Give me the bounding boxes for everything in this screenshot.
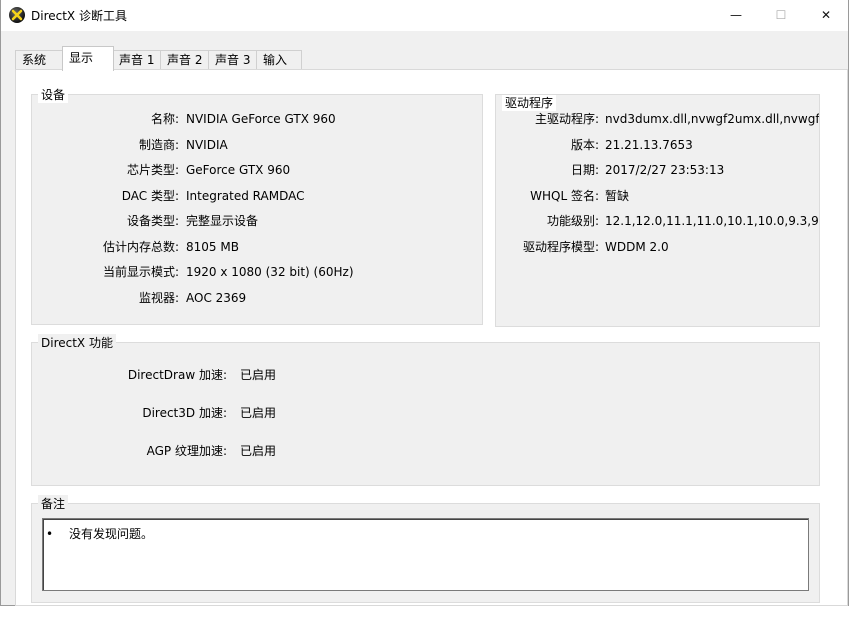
directx-features-group: DirectX 功能 DirectDraw 加速: 已启用 Direct3D 加… [31, 334, 820, 486]
device-row: 名称: NVIDIA GeForce GTX 960 [32, 110, 482, 128]
memory-value: 8105 MB [186, 240, 239, 254]
manufacturer-value: NVIDIA [186, 138, 228, 152]
device-type-value: 完整显示设备 [186, 214, 259, 228]
device-row: 当前显示模式: 1920 x 1080 (32 bit) (60Hz) [32, 263, 482, 281]
whql-value: 暂缺 [605, 189, 630, 203]
device-row: 估计内存总数: 8105 MB [32, 238, 482, 256]
directx-features-title: DirectX 功能 [38, 334, 116, 351]
driver-row: WHQL 签名: 暂缺 [496, 187, 819, 205]
tab-display[interactable]: 显示 [62, 46, 114, 71]
device-row: 制造商: NVIDIA [32, 136, 482, 154]
feature-row: Direct3D 加速: 已启用 [32, 404, 819, 422]
whql-label: WHQL 签名: [530, 189, 599, 203]
dac-type-label: DAC 类型: [121, 189, 179, 203]
device-row: DAC 类型: Integrated RAMDAC [32, 187, 482, 205]
directdraw-value: 已启用 [240, 368, 277, 382]
device-name-value: NVIDIA GeForce GTX 960 [186, 112, 336, 126]
driver-row: 日期: 2017/2/27 23:53:13 [496, 161, 819, 179]
main-driver-value: nvd3dumx.dll,nvwgf2umx.dll,nvwgf2 [605, 112, 820, 126]
direct3d-label: Direct3D 加速: [142, 406, 227, 420]
directx-app-icon [9, 7, 25, 23]
direct3d-value: 已启用 [240, 406, 277, 420]
tab-sound-3[interactable]: 声音 3 [208, 50, 258, 70]
feature-row: AGP 纹理加速: 已启用 [32, 442, 819, 460]
maximize-button[interactable]: ☐ [758, 0, 804, 31]
feature-levels-value: 12.1,12.0,11.1,11.0,10.1,10.0,9.3,9.2,9 [605, 214, 820, 228]
window-title: DirectX 诊断工具 [31, 9, 127, 23]
version-value: 21.21.13.7653 [605, 138, 693, 152]
display-mode-value: 1920 x 1080 (32 bit) (60Hz) [186, 265, 354, 279]
tab-sound-2[interactable]: 声音 2 [160, 50, 210, 70]
display-mode-label: 当前显示模式: [102, 265, 179, 279]
device-type-label: 设备类型: [126, 214, 179, 228]
chip-type-value: GeForce GTX 960 [186, 163, 291, 177]
agp-value: 已启用 [240, 444, 277, 458]
notes-text: 没有发现问题。 [69, 527, 154, 541]
tab-sound-1[interactable]: 声音 1 [112, 50, 162, 70]
memory-label: 估计内存总数: [102, 240, 179, 254]
driver-group-title: 驱动程序 [502, 95, 557, 111]
device-row: 芯片类型: GeForce GTX 960 [32, 161, 482, 179]
title-bar[interactable]: DirectX 诊断工具 — ☐ ✕ [1, 0, 848, 31]
dac-type-value: Integrated RAMDAC [186, 189, 305, 203]
driver-row: 驱动程序模型: WDDM 2.0 [496, 238, 819, 256]
notes-title: 备注 [38, 495, 69, 512]
device-row: 监视器: AOC 2369 [32, 289, 482, 307]
device-group: 设备 名称: NVIDIA GeForce GTX 960 制造商: NVIDI… [31, 86, 483, 325]
driver-group: 驱动程序 主驱动程序: nvd3dumx.dll,nvwgf2umx.dll,n… [495, 94, 820, 327]
driver-row: 版本: 21.21.13.7653 [496, 136, 819, 154]
device-group-title: 设备 [38, 86, 69, 103]
display-tab-panel: 设备 名称: NVIDIA GeForce GTX 960 制造商: NVIDI… [15, 69, 848, 606]
date-label: 日期: [570, 163, 599, 177]
device-row: 设备类型: 完整显示设备 [32, 212, 482, 230]
version-label: 版本: [570, 138, 599, 152]
monitor-label: 监视器: [138, 291, 179, 305]
driver-row: 功能级别: 12.1,12.0,11.1,11.0,10.1,10.0,9.3,… [496, 212, 819, 230]
feature-row: DirectDraw 加速: 已启用 [32, 366, 819, 384]
date-value: 2017/2/27 23:53:13 [605, 163, 725, 177]
driver-row: 主驱动程序: nvd3dumx.dll,nvwgf2umx.dll,nvwgf2 [496, 110, 819, 128]
close-button[interactable]: ✕ [803, 0, 849, 31]
driver-model-label: 驱动程序模型: [522, 240, 599, 254]
manufacturer-label: 制造商: [138, 138, 179, 152]
minimize-button[interactable]: — [713, 0, 759, 31]
device-name-label: 名称: [150, 112, 179, 126]
driver-model-value: WDDM 2.0 [605, 240, 669, 254]
bullet: • [46, 527, 54, 541]
tab-system[interactable]: 系统 [15, 50, 63, 70]
notes-group: 备注 • 没有发现问题。 [31, 495, 820, 603]
monitor-value: AOC 2369 [186, 291, 247, 305]
main-driver-label: 主驱动程序: [534, 112, 599, 126]
agp-label: AGP 纹理加速: [146, 444, 227, 458]
dxdiag-window: DirectX 诊断工具 — ☐ ✕ 系统 显示 声音 1 声音 2 声音 3 … [0, 0, 849, 606]
chip-type-label: 芯片类型: [126, 163, 179, 177]
notes-textbox[interactable]: • 没有发现问题。 [42, 518, 809, 591]
directdraw-label: DirectDraw 加速: [127, 368, 227, 382]
tab-input[interactable]: 输入 [256, 50, 302, 70]
feature-levels-label: 功能级别: [546, 214, 599, 228]
